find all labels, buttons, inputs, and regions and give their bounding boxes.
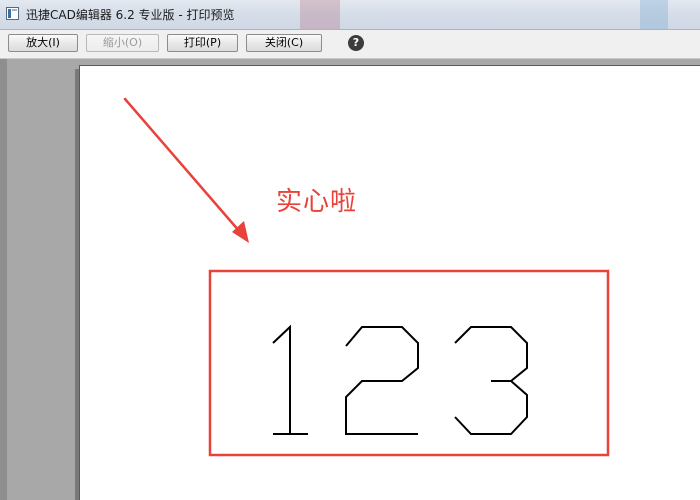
digit-three	[454, 326, 528, 435]
digit-one	[272, 324, 308, 435]
highlight-box	[208, 269, 610, 457]
annotation-arrow	[123, 97, 249, 243]
cad-text-123	[272, 324, 528, 435]
preview-drawing	[123, 97, 610, 457]
digit-two	[345, 326, 419, 435]
